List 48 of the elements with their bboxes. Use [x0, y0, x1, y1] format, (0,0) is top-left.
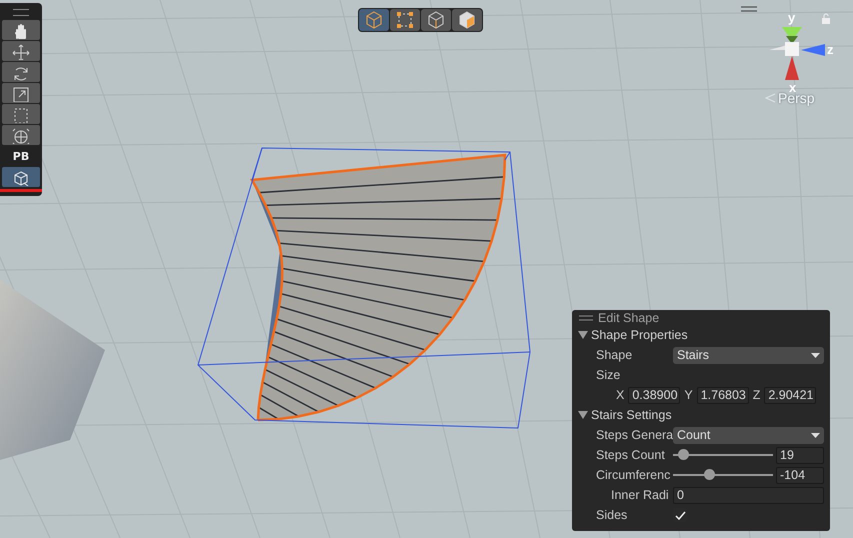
number-field[interactable]: 2.90421	[764, 386, 816, 404]
drag-handle-icon[interactable]	[13, 9, 29, 16]
probuilder-label: PB	[12, 148, 30, 164]
slider-thumb[interactable]	[678, 449, 689, 460]
move-icon[interactable]	[10, 42, 32, 60]
number-field[interactable]: -104	[776, 466, 824, 484]
disclosure-triangle-icon[interactable]	[578, 410, 588, 420]
move-tool-button[interactable]	[2, 41, 40, 61]
field-label: Steps Count	[596, 448, 666, 462]
transform-icon[interactable]	[10, 126, 32, 144]
dropdown[interactable]: Stairs	[673, 346, 824, 364]
dropdown[interactable]: Count	[673, 426, 824, 444]
drag-handle-icon[interactable]	[579, 315, 593, 321]
field-label: Steps Genera	[596, 428, 673, 442]
caret-icon[interactable]	[811, 432, 820, 438]
disclosure-triangle-icon[interactable]	[578, 330, 588, 340]
slider-thumb[interactable]	[704, 469, 715, 480]
axis-label: x	[789, 80, 796, 95]
scale-tool-button[interactable]	[2, 83, 40, 103]
number-field[interactable]: 0.38900	[628, 386, 680, 404]
hand-tool-button[interactable]	[2, 20, 40, 40]
number-field[interactable]: 19	[776, 446, 824, 464]
axis-label: X	[616, 388, 624, 402]
checkmark-icon	[674, 510, 686, 520]
field-label: Size	[596, 368, 622, 382]
axis-label: Z	[752, 388, 760, 402]
object-mode-button[interactable]	[359, 9, 389, 31]
panel-title: Edit Shape	[598, 311, 660, 325]
axis-label: Y	[684, 388, 693, 402]
number-field[interactable]: 1.76803	[696, 386, 749, 404]
field-label: Circumferenc	[596, 468, 672, 482]
transform-tool-button[interactable]	[2, 125, 40, 145]
caret-icon[interactable]	[811, 352, 820, 358]
field-label: Shape	[596, 348, 634, 362]
section-header[interactable]: Stairs Settings	[575, 405, 827, 425]
menu-icon[interactable]	[741, 6, 757, 12]
cube-edit-tool-button[interactable]	[2, 167, 40, 187]
field-label: Inner Radi	[611, 488, 670, 502]
field-label: Sides	[596, 508, 628, 522]
axis-label: z	[827, 42, 834, 57]
rotate-tool-button[interactable]	[2, 62, 40, 82]
axis-label: y	[788, 10, 796, 25]
number-field[interactable]: 0	[673, 486, 824, 504]
section-header[interactable]: Shape Properties	[575, 325, 827, 345]
rect-tool-button[interactable]	[2, 104, 40, 124]
vertex-mode-button[interactable]	[390, 9, 420, 31]
edge-mode-button[interactable]	[421, 9, 451, 31]
face-mode-button[interactable]	[452, 9, 482, 31]
